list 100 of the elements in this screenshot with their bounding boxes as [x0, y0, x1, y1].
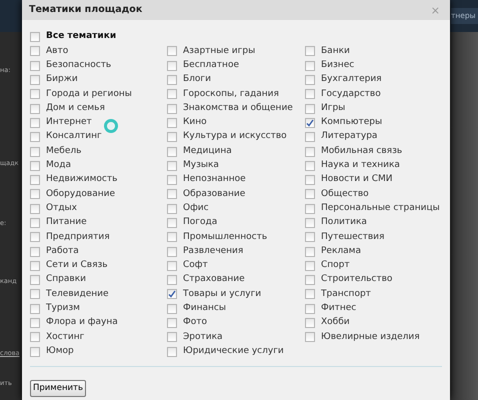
- checkbox[interactable]: [305, 146, 315, 157]
- checkbox[interactable]: [30, 160, 40, 171]
- checkbox[interactable]: [30, 204, 40, 214]
- checkbox-label[interactable]: Медицина: [183, 144, 232, 158]
- checkbox[interactable]: [305, 275, 315, 286]
- checkbox[interactable]: [167, 346, 177, 357]
- checkbox-label[interactable]: Работа: [46, 244, 79, 258]
- checkbox[interactable]: [167, 75, 177, 86]
- checkbox[interactable]: [167, 46, 177, 56]
- checkbox-label[interactable]: Непознанное: [183, 173, 246, 187]
- checkbox[interactable]: [167, 332, 177, 342]
- checkbox-label[interactable]: Государство: [321, 88, 381, 102]
- checkbox-label[interactable]: Мобильная связь: [321, 144, 402, 158]
- checkbox[interactable]: [167, 175, 177, 186]
- checkbox-label[interactable]: Азартные игры: [183, 44, 256, 58]
- checkbox-label[interactable]: Офис: [183, 202, 209, 216]
- checkbox-label[interactable]: Фото: [183, 316, 208, 330]
- checkbox-label[interactable]: Оборудование: [46, 188, 115, 202]
- checkbox[interactable]: [305, 60, 315, 71]
- checkbox-label[interactable]: Финансы: [183, 302, 226, 316]
- checkbox[interactable]: [167, 304, 177, 314]
- checkbox[interactable]: [305, 175, 315, 186]
- checkbox[interactable]: [30, 89, 40, 100]
- checkbox-label[interactable]: Недвижимость: [46, 173, 118, 187]
- checkbox-label[interactable]: Наука и техника: [321, 159, 400, 173]
- checkbox[interactable]: [30, 118, 40, 128]
- checkbox[interactable]: [305, 289, 315, 300]
- checkbox-label[interactable]: Банки: [321, 44, 350, 58]
- checkbox-label[interactable]: Образование: [183, 188, 246, 202]
- checkbox[interactable]: [305, 89, 315, 100]
- checkbox-label[interactable]: Биржи: [46, 73, 78, 87]
- checkbox-label[interactable]: Товары и услуги: [183, 288, 262, 302]
- checkbox-label[interactable]: Литература: [321, 130, 378, 144]
- checkbox[interactable]: [30, 304, 40, 314]
- checkbox-label[interactable]: Путешествия: [321, 230, 384, 244]
- checkbox-label[interactable]: Строительство: [321, 273, 392, 287]
- checkbox-label[interactable]: Интернет: [46, 116, 92, 130]
- checkbox-label[interactable]: Персональные страницы: [321, 202, 440, 216]
- checkbox-label[interactable]: Сети и Связь: [46, 259, 108, 273]
- checkbox[interactable]: [305, 46, 315, 56]
- checkbox-label[interactable]: Гороскопы, гадания: [183, 88, 279, 102]
- checkbox[interactable]: [30, 232, 40, 242]
- checkbox-label[interactable]: Промышленность: [183, 230, 268, 244]
- checkbox-label[interactable]: Бизнес: [321, 58, 354, 72]
- checkbox-label[interactable]: Туризм: [46, 302, 80, 316]
- checkbox[interactable]: [305, 160, 315, 171]
- checkbox-label[interactable]: Бухгалтерия: [321, 73, 382, 87]
- checkbox-label[interactable]: Новости и СМИ: [321, 173, 392, 187]
- checkbox[interactable]: [30, 218, 40, 228]
- checkbox-label[interactable]: Справки: [46, 273, 86, 287]
- checkbox[interactable]: [30, 289, 40, 300]
- checkbox-label[interactable]: Культура и искусство: [183, 130, 287, 144]
- checkbox-label[interactable]: Авто: [46, 44, 68, 58]
- checkbox-label[interactable]: Спорт: [321, 259, 350, 273]
- checkbox[interactable]: [305, 75, 315, 86]
- checkbox[interactable]: [30, 275, 40, 286]
- checkbox[interactable]: [167, 318, 177, 328]
- checkbox[interactable]: [305, 304, 315, 314]
- checkbox[interactable]: [30, 175, 40, 186]
- checkbox[interactable]: [30, 104, 40, 114]
- checkbox[interactable]: [30, 32, 40, 42]
- checkbox-label[interactable]: Юридические услуги: [183, 344, 284, 358]
- checkbox[interactable]: [30, 332, 40, 342]
- checkbox[interactable]: [167, 118, 177, 128]
- checkbox-label[interactable]: Флора и фауна: [46, 316, 118, 330]
- checkbox-label[interactable]: Реклама: [321, 244, 361, 258]
- checkbox[interactable]: [30, 346, 40, 357]
- checkbox[interactable]: [167, 275, 177, 286]
- checkbox[interactable]: [167, 218, 177, 228]
- checkbox-label[interactable]: Политика: [321, 216, 367, 230]
- checkbox[interactable]: [30, 60, 40, 71]
- checkbox[interactable]: [167, 189, 177, 200]
- checkbox[interactable]: [167, 232, 177, 242]
- checkbox-label[interactable]: Знакомства и общение: [183, 102, 293, 116]
- checkbox[interactable]: [305, 104, 315, 114]
- checkbox-label[interactable]: Блоги: [183, 73, 212, 87]
- checkbox-label[interactable]: Развлечения: [183, 244, 244, 258]
- checkbox-label[interactable]: Эротика: [183, 330, 223, 344]
- checkbox[interactable]: [305, 332, 315, 342]
- checkbox-label[interactable]: Компьютеры: [321, 116, 382, 130]
- checkbox[interactable]: [167, 89, 177, 100]
- checkbox-label[interactable]: Игры: [321, 102, 346, 116]
- checkbox-label[interactable]: Музыка: [183, 159, 219, 173]
- checkbox[interactable]: [167, 246, 177, 257]
- checkbox[interactable]: [30, 189, 40, 200]
- checkbox[interactable]: [30, 318, 40, 328]
- checkbox[interactable]: [30, 246, 40, 257]
- checkbox-label[interactable]: Консалтинг: [46, 130, 102, 144]
- checkbox-label[interactable]: Города и регионы: [46, 88, 132, 102]
- checkbox-label[interactable]: Телевидение: [46, 288, 109, 302]
- checkbox[interactable]: [167, 260, 177, 271]
- checkbox-label[interactable]: Погода: [183, 216, 218, 230]
- checkbox[interactable]: [167, 289, 177, 300]
- checkbox[interactable]: [305, 260, 315, 271]
- checkbox-label[interactable]: Общество: [321, 188, 369, 202]
- checkbox[interactable]: [305, 246, 315, 257]
- checkbox-label[interactable]: Все тематики: [46, 30, 116, 44]
- checkbox-label[interactable]: Отдых: [46, 202, 77, 216]
- checkbox[interactable]: [305, 118, 315, 128]
- checkbox[interactable]: [167, 146, 177, 157]
